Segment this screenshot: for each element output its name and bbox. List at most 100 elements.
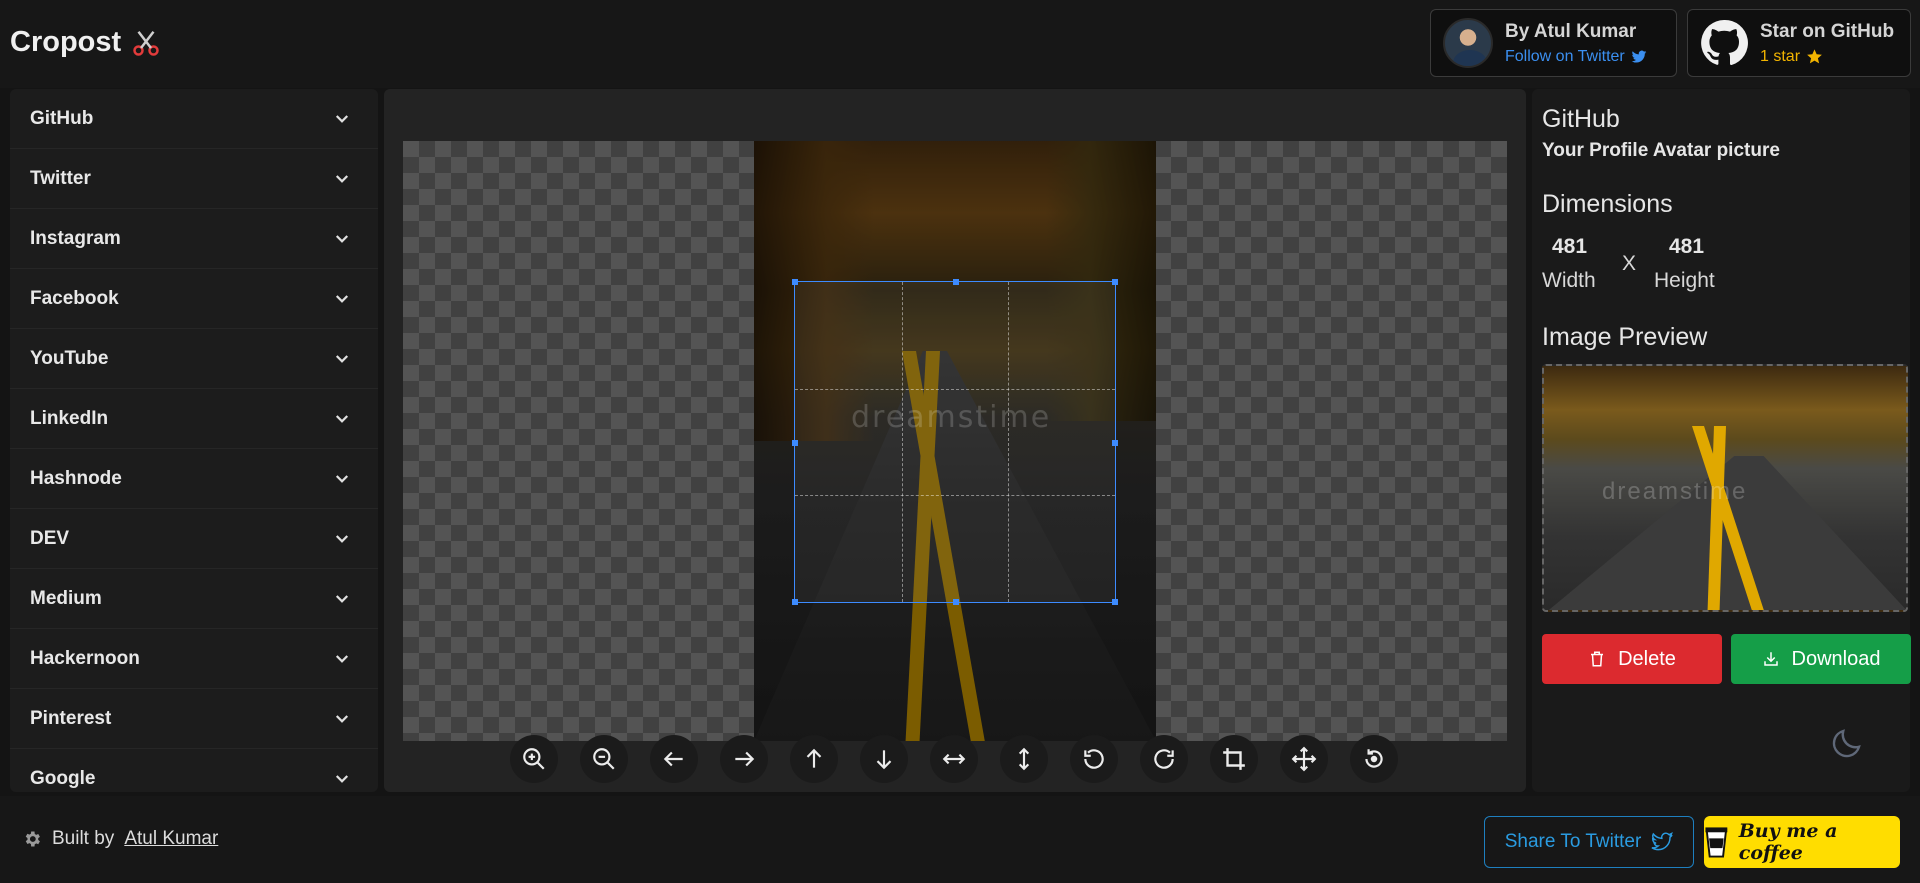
dimension-separator: X bbox=[1622, 252, 1637, 275]
preview-watermark: dreamstime bbox=[1602, 478, 1748, 505]
crop-handle-ne[interactable] bbox=[1112, 279, 1118, 285]
preview-title: Image Preview bbox=[1542, 323, 1708, 351]
sidebar-item-twitter[interactable]: Twitter bbox=[10, 149, 378, 209]
twitter-icon bbox=[1631, 50, 1647, 63]
width-label: Width bbox=[1542, 269, 1596, 292]
crop-handle-sw[interactable] bbox=[792, 599, 798, 605]
chevron-down-icon bbox=[335, 534, 349, 543]
chevron-down-icon bbox=[335, 654, 349, 663]
author-link[interactable]: Atul Kumar bbox=[124, 828, 218, 850]
app-header: Cropost By Atul Kumar Follow on Twitter … bbox=[0, 0, 1920, 88]
delete-button[interactable]: Delete bbox=[1542, 634, 1722, 684]
crop-handle-n[interactable] bbox=[953, 279, 959, 285]
zoom-in-icon bbox=[523, 748, 545, 770]
reset-button[interactable] bbox=[1350, 735, 1398, 783]
crop-button[interactable] bbox=[1210, 735, 1258, 783]
move-down-button[interactable] bbox=[860, 735, 908, 783]
download-button[interactable]: Download bbox=[1731, 634, 1911, 684]
sidebar-item-medium[interactable]: Medium bbox=[10, 569, 378, 629]
sidebar-item-facebook[interactable]: Facebook bbox=[10, 269, 378, 329]
crop-icon bbox=[1223, 748, 1245, 770]
trash-icon bbox=[1591, 651, 1604, 667]
github-title: Star on GitHub bbox=[1760, 20, 1895, 42]
chevron-down-icon bbox=[335, 714, 349, 723]
brand[interactable]: Cropost bbox=[10, 26, 161, 59]
flip-horizontal-button[interactable] bbox=[930, 735, 978, 783]
chevron-down-icon bbox=[335, 414, 349, 423]
star-icon bbox=[1807, 49, 1822, 64]
move-icon bbox=[1291, 746, 1317, 772]
width-value: 481 bbox=[1552, 235, 1588, 258]
arrows-horizontal-icon bbox=[942, 753, 966, 765]
sidebar-item-hackernoon[interactable]: Hackernoon bbox=[10, 629, 378, 689]
chevron-down-icon bbox=[335, 114, 349, 123]
height-label: Height bbox=[1654, 269, 1715, 292]
scissors-icon bbox=[133, 30, 159, 56]
chevron-down-icon bbox=[335, 354, 349, 363]
zoom-out-button[interactable] bbox=[580, 735, 628, 783]
rotate-right-button[interactable] bbox=[1140, 735, 1188, 783]
arrows-vertical-icon bbox=[1018, 747, 1030, 771]
move-right-button[interactable] bbox=[720, 735, 768, 783]
height-value: 481 bbox=[1669, 235, 1705, 258]
coffee-cup-icon bbox=[1705, 827, 1728, 858]
crop-handle-e[interactable] bbox=[1112, 440, 1118, 446]
moon-icon[interactable] bbox=[1829, 725, 1865, 761]
built-by: Built by Atul Kumar bbox=[22, 828, 218, 850]
download-icon bbox=[1763, 652, 1778, 666]
arrow-right-icon bbox=[735, 751, 755, 767]
sidebar-item-instagram[interactable]: Instagram bbox=[10, 209, 378, 269]
platform-subtitle: Your Profile Avatar picture bbox=[1542, 140, 1780, 161]
zoom-out-icon bbox=[593, 748, 615, 770]
move-left-button[interactable] bbox=[650, 735, 698, 783]
details-panel: GitHub Your Profile Avatar picture Dimen… bbox=[1532, 89, 1911, 792]
move-up-button[interactable] bbox=[790, 735, 838, 783]
flip-vertical-button[interactable] bbox=[1000, 735, 1048, 783]
sidebar-item-linkedin[interactable]: LinkedIn bbox=[10, 389, 378, 449]
rotate-left-button[interactable] bbox=[1070, 735, 1118, 783]
chevron-down-icon bbox=[335, 594, 349, 603]
chevron-down-icon bbox=[335, 234, 349, 243]
crop-handle-nw[interactable] bbox=[792, 279, 798, 285]
zoom-in-button[interactable] bbox=[510, 735, 558, 783]
rotate-right-icon bbox=[1154, 749, 1174, 769]
rotate-left-icon bbox=[1084, 749, 1104, 769]
crop-selection[interactable]: dreamstime bbox=[792, 279, 1118, 605]
move-button[interactable] bbox=[1280, 735, 1328, 783]
share-twitter-button[interactable]: Share To Twitter bbox=[1484, 816, 1694, 868]
reset-icon bbox=[1365, 749, 1383, 768]
dimensions-title: Dimensions bbox=[1542, 190, 1673, 218]
sidebar-item-github[interactable]: GitHub bbox=[10, 89, 378, 149]
brand-title: Cropost bbox=[10, 26, 122, 58]
image-watermark: dreamstime bbox=[851, 400, 1052, 435]
star-count: 1 star bbox=[1760, 48, 1894, 66]
follow-twitter-link[interactable]: Follow on Twitter bbox=[1505, 48, 1647, 66]
author-card[interactable]: By Atul Kumar Follow on Twitter bbox=[1430, 9, 1677, 77]
avatar bbox=[1443, 18, 1493, 68]
sidebar-item-pinterest[interactable]: Pinterest bbox=[10, 689, 378, 749]
crop-handle-se[interactable] bbox=[1112, 599, 1118, 605]
app-footer: Built by Atul Kumar Share To Twitter Buy… bbox=[0, 796, 1920, 883]
chevron-down-icon bbox=[335, 774, 349, 783]
sidebar-item-dev[interactable]: DEV bbox=[10, 509, 378, 569]
arrow-down-icon bbox=[876, 750, 892, 770]
chevron-down-icon bbox=[335, 294, 349, 303]
github-card[interactable]: Star on GitHub 1 star bbox=[1687, 9, 1911, 77]
arrow-up-icon bbox=[806, 748, 822, 768]
twitter-icon bbox=[1651, 831, 1674, 851]
crop-handle-w[interactable] bbox=[792, 440, 798, 446]
chevron-down-icon bbox=[335, 474, 349, 483]
buy-coffee-button[interactable]: Buy me a coffee bbox=[1704, 816, 1900, 868]
chevron-down-icon bbox=[335, 174, 349, 183]
crop-handle-s[interactable] bbox=[953, 599, 959, 605]
editor-workspace: dreamstime bbox=[384, 89, 1526, 792]
platform-sidebar: GitHub Twitter Instagram Facebook YouTub… bbox=[10, 89, 378, 792]
github-icon bbox=[1701, 19, 1748, 66]
platform-title: GitHub bbox=[1542, 105, 1620, 133]
image-preview: dreamstime bbox=[1542, 364, 1908, 612]
editor-toolbar bbox=[510, 735, 1398, 787]
sidebar-item-youtube[interactable]: YouTube bbox=[10, 329, 378, 389]
sidebar-item-hashnode[interactable]: Hashnode bbox=[10, 449, 378, 509]
sidebar-item-google[interactable]: Google bbox=[10, 749, 378, 792]
arrow-left-icon bbox=[663, 751, 683, 767]
